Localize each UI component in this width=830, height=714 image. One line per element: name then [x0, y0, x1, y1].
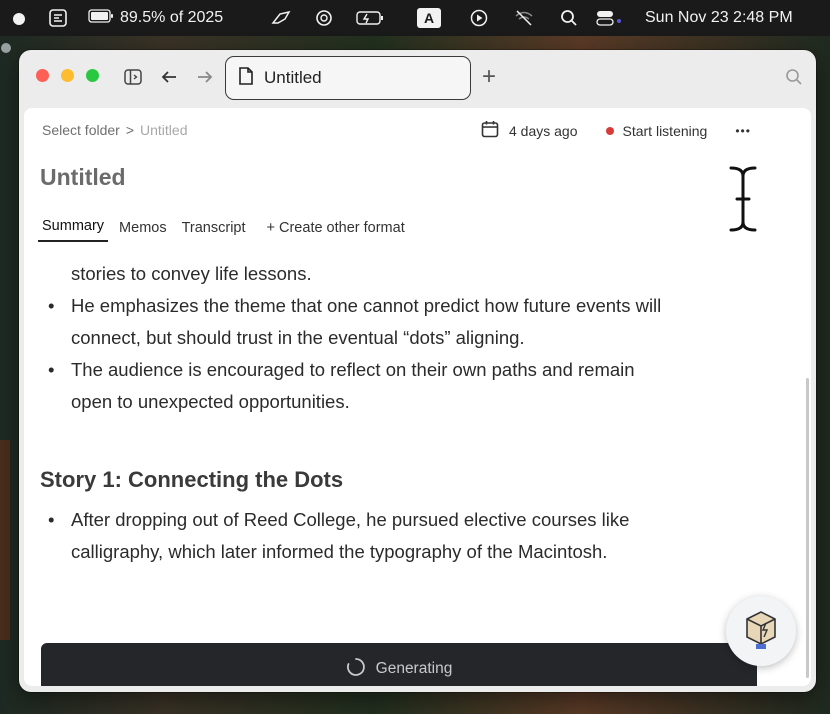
bird-icon[interactable]	[270, 9, 292, 27]
breadcrumb-current: Untitled	[140, 122, 188, 138]
generating-bar: Generating	[41, 643, 757, 686]
back-arrow-icon[interactable]	[157, 65, 181, 89]
desktop-background	[0, 40, 18, 714]
input-source-icon[interactable]: A	[417, 8, 441, 28]
breadcrumb-select-folder[interactable]: Select folder	[42, 122, 120, 138]
app-switcher-icon[interactable]	[48, 8, 68, 28]
summary-content: stories to convey life lessons. • He emp…	[40, 258, 780, 568]
list-item: • After dropping out of Reed College, he…	[40, 504, 780, 568]
tab-memos[interactable]: Memos	[115, 220, 171, 242]
battery-icon	[88, 8, 114, 28]
openai-icon[interactable]	[314, 8, 334, 28]
continuation-text: stories to convey life lessons.	[71, 263, 312, 284]
tab-untitled[interactable]: Untitled	[225, 56, 471, 100]
create-other-format-button[interactable]: + Create other format	[263, 220, 409, 242]
document-meta: 4 days ago Start listening •••	[481, 120, 751, 141]
document-panel: Select folder > Untitled 4 days ago Star…	[24, 108, 811, 686]
battery-indicator[interactable]: 89.5% of 2025	[88, 8, 224, 28]
bullet-icon: •	[48, 509, 55, 530]
list-item-text: He emphasizes the theme that one cannot …	[71, 295, 662, 316]
menu-bar: 89.5% of 2025 A Sun Nov 23 2:48 PM	[0, 0, 830, 36]
wifi-off-icon[interactable]	[514, 9, 534, 27]
tab-transcript[interactable]: Transcript	[178, 220, 250, 242]
bullet-icon: •	[48, 295, 55, 316]
document-date: 4 days ago	[509, 122, 578, 139]
play-circle-icon[interactable]	[470, 9, 488, 27]
list-item-text: calligraphy, which later informed the ty…	[71, 541, 608, 562]
forward-arrow-icon[interactable]	[193, 65, 217, 89]
minimize-window-button[interactable]	[61, 69, 74, 82]
assistant-floating-button[interactable]	[726, 596, 796, 666]
document-title[interactable]: Untitled	[40, 164, 126, 191]
chevron-right-icon: >	[125, 122, 135, 138]
format-tabs: Summary Memos Transcript + Create other …	[38, 218, 416, 242]
list-item-text: connect, but should trust in the eventua…	[71, 327, 525, 348]
search-icon[interactable]	[560, 9, 578, 27]
more-options-icon[interactable]: •••	[735, 124, 751, 138]
list-item: • The audience is encouraged to reflect …	[40, 354, 780, 418]
tab-summary[interactable]: Summary	[38, 218, 109, 242]
apple-menu-icon[interactable]	[12, 10, 26, 27]
generating-label: Generating	[375, 660, 453, 677]
text-cursor-icon	[725, 164, 761, 234]
record-dot-icon	[605, 126, 614, 135]
list-item-text: The audience is encouraged to reflect on…	[71, 359, 635, 380]
list-item-text: After dropping out of Reed College, he p…	[71, 509, 630, 530]
keyboard-battery-icon[interactable]	[356, 10, 384, 26]
list-item: • He emphasizes the theme that one canno…	[40, 290, 780, 354]
spinner-icon	[346, 657, 366, 682]
scrollbar[interactable]	[806, 378, 809, 678]
new-tab-button[interactable]: +	[477, 63, 501, 90]
battery-text: 89.5% of 2025	[120, 9, 224, 26]
start-listening-label: Start listening	[622, 122, 708, 139]
zoom-window-button[interactable]	[86, 69, 99, 82]
document-icon	[238, 66, 254, 90]
box-mascot-icon	[741, 607, 781, 656]
calendar-icon	[481, 120, 499, 141]
start-listening-button[interactable]: Start listening	[605, 122, 708, 139]
sidebar-toggle-icon[interactable]	[121, 65, 145, 89]
breadcrumb: Select folder > Untitled	[42, 122, 187, 138]
menubar-clock[interactable]: Sun Nov 23 2:48 PM	[645, 9, 793, 27]
title-bar: Untitled +	[19, 50, 816, 106]
control-center-icon[interactable]	[596, 9, 622, 27]
bullet-icon: •	[48, 359, 55, 380]
close-window-button[interactable]	[36, 69, 49, 82]
tab-title: Untitled	[264, 68, 322, 87]
list-item-text: open to unexpected opportunities.	[71, 391, 350, 412]
section-heading: Story 1: Connecting the Dots	[40, 467, 344, 492]
window-search-icon[interactable]	[782, 65, 806, 89]
app-window: Untitled + Select folder > Untitled 4 da…	[19, 50, 816, 692]
